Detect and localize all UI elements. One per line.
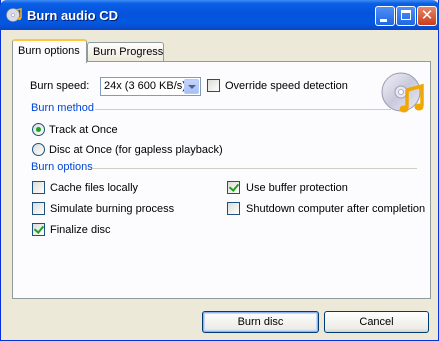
- track-at-once-radio[interactable]: [32, 123, 45, 136]
- cache-files-label: Cache files locally: [50, 182, 139, 194]
- shutdown-label: Shutdown computer after completion: [246, 203, 426, 215]
- burn-speed-value: 24x (3 600 KB/s): [104, 80, 186, 92]
- override-speed-label: Override speed detection: [225, 80, 348, 92]
- simulate-burning-checkbox[interactable]: [32, 202, 45, 215]
- close-button[interactable]: ✕: [417, 6, 437, 26]
- simulate-burning-label: Simulate burning process: [50, 203, 175, 215]
- buffer-protection-label: Use buffer protection: [246, 182, 348, 194]
- shutdown-checkbox[interactable]: [227, 202, 240, 215]
- tab-burn-progress[interactable]: Burn Progress: [87, 42, 164, 62]
- minimize-icon: [380, 19, 387, 22]
- burn-options-divider: [93, 168, 417, 169]
- burn-disc-button[interactable]: Burn disc: [202, 311, 319, 333]
- burn-options-group-label: Burn options: [31, 161, 97, 173]
- buffer-protection-checkbox[interactable]: [227, 181, 240, 194]
- burn-method-group-label: Burn method: [31, 102, 98, 114]
- disc-at-once-radio[interactable]: [32, 143, 45, 156]
- burn-speed-select[interactable]: 24x (3 600 KB/s): [100, 77, 201, 96]
- burn-method-divider: [95, 109, 391, 110]
- disc-at-once-label: Disc at Once (for gapless playback): [49, 144, 223, 156]
- cd-music-icon: [6, 8, 22, 22]
- burn-speed-label: Burn speed:: [30, 80, 90, 92]
- minimize-button[interactable]: [375, 6, 395, 26]
- close-icon: ✕: [420, 6, 434, 24]
- burn-options-panel: Burn speed: 24x (3 600 KB/s) Override sp…: [12, 61, 431, 299]
- maximize-icon: [401, 10, 411, 20]
- title-bar[interactable]: Burn audio CD ✕: [0, 0, 439, 30]
- finalize-disc-checkbox[interactable]: [32, 223, 45, 236]
- window-title: Burn audio CD: [27, 8, 118, 23]
- maximize-button[interactable]: [396, 6, 416, 26]
- track-at-once-label: Track at Once: [49, 124, 118, 136]
- finalize-disc-label: Finalize disc: [50, 224, 111, 236]
- cache-files-checkbox[interactable]: [32, 181, 45, 194]
- cancel-button[interactable]: Cancel: [324, 311, 429, 333]
- burn-audio-cd-dialog: Burn audio CD ✕ Burn options Burn Progre…: [0, 0, 439, 341]
- chevron-down-icon[interactable]: [184, 79, 199, 94]
- tab-burn-options[interactable]: Burn options: [12, 39, 87, 63]
- override-speed-checkbox[interactable]: [207, 79, 220, 92]
